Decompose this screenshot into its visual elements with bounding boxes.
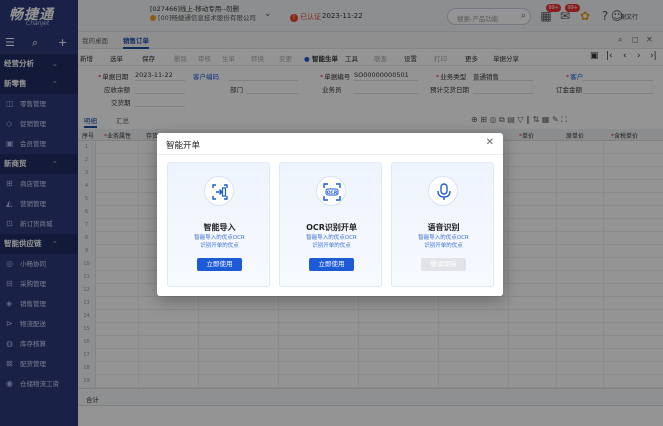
import-icon [204,176,234,206]
close-icon[interactable]: ✕ [486,137,494,148]
card-desc-line1: 智能导入的优点OCR [418,235,469,241]
microphone-icon [428,176,458,206]
card-title: 语音识别 [427,223,460,232]
use-now-button[interactable]: 立即使用 [197,258,242,271]
svg-text:OCR: OCR [327,190,338,196]
card-title: OCR识别开单 [306,223,357,232]
card-title: 智能导入 [203,223,236,232]
card-desc: 智能导入的优点OCR 识别开单的优点 [174,234,265,250]
ocr-icon: OCR [316,176,346,206]
card-voice[interactable]: 语音识别 智能导入的优点OCR 识别开单的优点 敬请期待 [391,162,494,287]
card-desc-line2: 识别开单的优点 [424,243,463,249]
card-smart-import[interactable]: 智能导入 智能导入的优点OCR 识别开单的优点 立即使用 [167,162,270,287]
card-desc-line2: 识别开单的优点 [312,243,351,249]
card-desc-line1: 智能导入的优点OCR [194,235,245,241]
card-desc: 智能导入的优点OCR 识别开单的优点 [286,234,377,250]
modal-divider [157,154,503,155]
use-now-button[interactable]: 立即使用 [309,258,354,271]
card-desc-line1: 智能导入的优点OCR [306,235,357,241]
smart-order-modal: 智能开单 ✕ 智能导入 智能导入的优点OCR 识别开单的优点 立即使用 OCR O… [157,133,503,296]
card-desc: 智能导入的优点OCR 识别开单的优点 [398,234,489,250]
card-desc-line2: 识别开单的优点 [200,243,239,249]
coming-soon-button: 敬请期待 [421,258,466,271]
card-ocr[interactable]: OCR OCR识别开单 智能导入的优点OCR 识别开单的优点 立即使用 [279,162,382,287]
modal-title: 智能开单 [166,141,201,151]
